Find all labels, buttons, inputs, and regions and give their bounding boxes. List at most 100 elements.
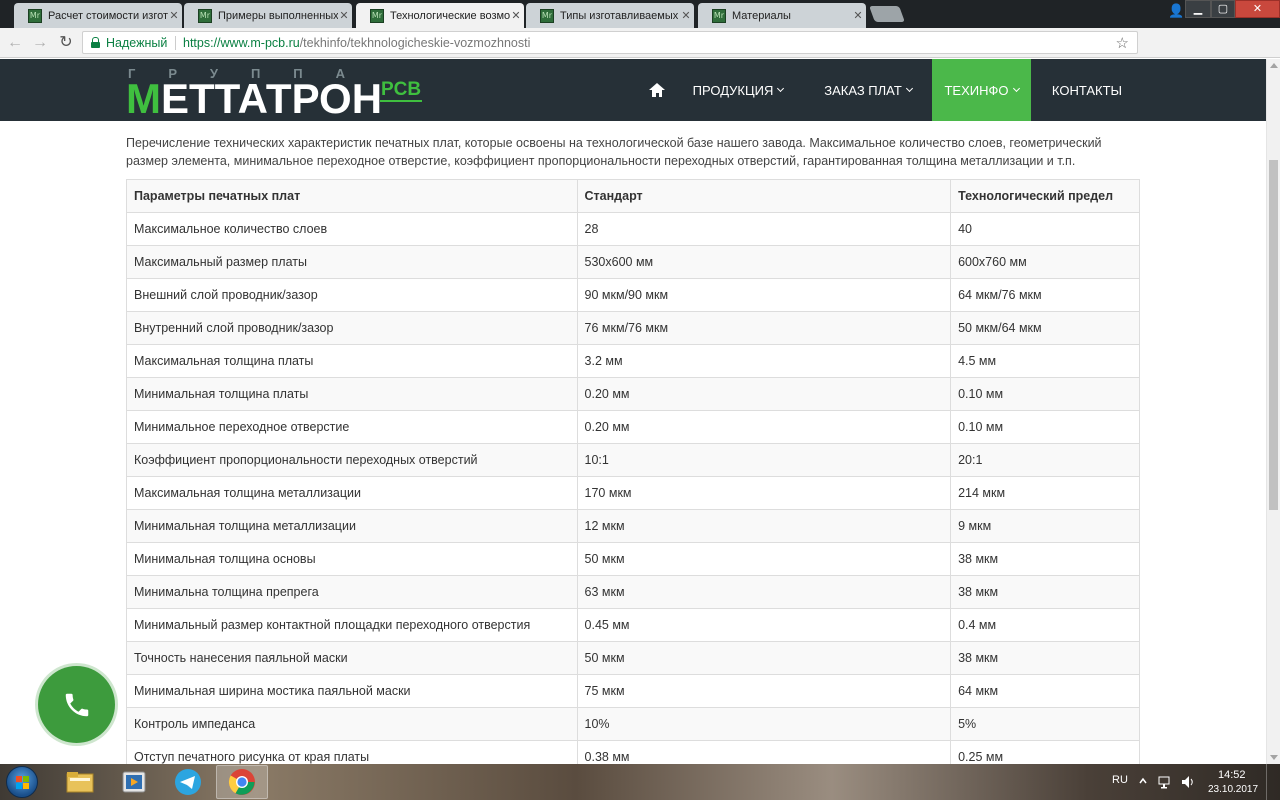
table-row: Отступ печатного рисунка от края платы 0.… [126,740,1140,764]
table-cell: 0.45 мм [576,608,952,642]
taskbar-file-explorer[interactable] [54,765,106,799]
logo-pcb: PCB [380,79,423,102]
table-cell: Минимальная толщина металлизации [126,509,578,543]
table-row: Коэффициент пропорциональности переходны… [126,443,1140,477]
user-profile-icon[interactable]: 👤 [1168,3,1184,19]
nav-item[interactable]: ЗАКАЗ ПЛАТ [812,59,924,121]
nav-home[interactable] [640,59,674,121]
table-cell: 90 мкм/90 мкм [576,278,952,312]
tray-chevron-icon[interactable] [1138,776,1148,786]
browser-tab-strip: MrРасчет стоимости изготовления✕MrПример… [0,0,1280,28]
nav-label: КОНТАКТЫ [1051,82,1123,98]
clock-time[interactable]: 14:52 [1218,769,1246,781]
home-icon [649,83,665,97]
minimize-button[interactable]: ▁ [1185,0,1211,18]
browser-tab[interactable]: Mr Материалы ✕ [698,3,866,28]
browser-tab[interactable]: Mr Расчет стоимости изготовления✕ [14,3,182,28]
reload-button[interactable]: ↻ [56,33,76,53]
nav-label: ЗАКАЗ ПЛАТ [824,82,902,98]
table-header-row: Параметры печатных плат Стандарт Техноло… [126,179,1140,213]
close-window-button[interactable]: ✕ [1235,0,1280,18]
table-cell: Внешний слой проводник/зазор [126,278,578,312]
scroll-up-icon[interactable] [1270,63,1278,68]
network-icon[interactable] [1157,774,1173,790]
secure-label: Надежный [106,36,168,50]
table-cell: 4.5 мм [950,344,1140,378]
table-row: Минимальная толщина платы 0.20 мм 0.10 мм [126,377,1140,411]
table-header-cell: Технологический предел [950,179,1140,213]
table-cell: 50 мкм [576,641,952,675]
maximize-button[interactable]: ▢ [1211,0,1235,18]
tab-title: Расчет стоимости изготовления [48,9,168,22]
nav-item[interactable]: ПРОДУКЦИЯ [686,59,790,121]
table-cell: 38 мкм [950,542,1140,576]
table-cell: Минимальная ширина мостика паяльной маск… [126,674,578,708]
new-tab-button[interactable] [869,6,905,22]
volume-icon[interactable] [1180,774,1196,790]
table-header-cell: Параметры печатных плат [126,179,578,213]
browser-tab[interactable]: Mr Типы изготавливаемых плат✕ [526,3,694,28]
start-button[interactable] [6,766,38,798]
url-host: https://www.m-pcb.ru [183,36,300,50]
table-cell: Минимальный размер контактной площадки п… [126,608,578,642]
browser-toolbar: ← → ↻ Надежный https://www.m-pcb.ru/tekh… [0,28,1280,80]
clock-date[interactable]: 23.10.2017 [1208,784,1258,795]
scroll-down-icon[interactable] [1270,755,1278,760]
table-row: Внешний слой проводник/зазор 90 мкм/90 мк… [126,278,1140,312]
bookmark-star-icon[interactable]: ☆ [1116,34,1129,52]
back-button[interactable]: ← [5,33,25,53]
lock-icon [91,37,100,48]
language-indicator[interactable]: RU [1112,774,1128,786]
chevron-down-icon [777,84,785,92]
url-text[interactable]: https://www.m-pcb.ru/tekhinfo/tekhnologi… [183,36,530,50]
table-cell: 38 мкм [950,575,1140,609]
forward-button[interactable]: → [30,33,50,53]
tab-close-icon[interactable]: ✕ [510,9,522,22]
table-cell: 600x760 мм [950,245,1140,279]
chrome-icon [228,769,255,795]
logo-rest: ЕТТАТРОН [161,75,383,122]
page-content: Перечисление технических характеристик п… [0,121,1266,764]
tab-close-icon[interactable]: ✕ [852,9,864,22]
nav-item[interactable]: ТЕХИНФО [932,59,1031,121]
table-cell: 9 мкм [950,509,1140,543]
table-row: Точность нанесения паяльной маски 50 мкм 3… [126,641,1140,675]
scroll-thumb[interactable] [1269,160,1278,510]
chevron-down-icon [905,84,913,92]
tab-title: Материалы [732,9,791,22]
tab-close-icon[interactable]: ✕ [338,9,350,22]
nav-label: ПРОДУКЦИЯ [692,82,774,98]
tab-close-icon[interactable]: ✕ [680,9,692,22]
site-favicon-icon: Mr [712,8,726,23]
table-cell: 50 мкм/64 мкм [950,311,1140,345]
call-button[interactable] [38,666,115,743]
table-cell: Минимальна толщина препрега [126,575,578,609]
tab-close-icon[interactable]: ✕ [168,9,180,22]
table-cell: 5% [950,707,1140,741]
taskbar-telegram[interactable] [162,765,214,799]
reload-icon: ↻ [59,34,73,51]
taskbar-chrome[interactable] [216,765,268,799]
show-desktop-button[interactable] [1266,764,1280,800]
site-favicon-icon: Mr [540,8,554,23]
table-cell: 10% [576,707,952,741]
browser-tab[interactable]: Mr Технологические возможности✕ [356,3,524,28]
site-logo[interactable]: ГРУППА МЕТТАТРОН PCB [126,66,426,120]
address-bar[interactable]: Надежный https://www.m-pcb.ru/tekhinfo/t… [82,31,1138,54]
page-scrollbar[interactable] [1266,59,1280,764]
address-separator [175,36,176,50]
table-cell: 64 мкм [950,674,1140,708]
table-cell: 0.10 мм [950,410,1140,444]
table-cell: 0.38 мм [576,740,952,764]
table-cell: 530x600 мм [576,245,952,279]
site-favicon-icon: Mr [28,8,42,23]
browser-tab[interactable]: Mr Примеры выполненных работ✕ [184,3,352,28]
taskbar-media-player[interactable] [108,765,160,799]
table-cell: Минимальная толщина основы [126,542,578,576]
table-cell: 38 мкм [950,641,1140,675]
table-cell: 170 мкм [576,476,952,510]
table-row: Максимальная толщина металлизации 170 мкм… [126,476,1140,510]
nav-item[interactable]: КОНТАКТЫ [1040,59,1134,121]
table-row: Минимальная толщина основы 50 мкм 38 мкм [126,542,1140,576]
table-cell: 3.2 мм [576,344,952,378]
